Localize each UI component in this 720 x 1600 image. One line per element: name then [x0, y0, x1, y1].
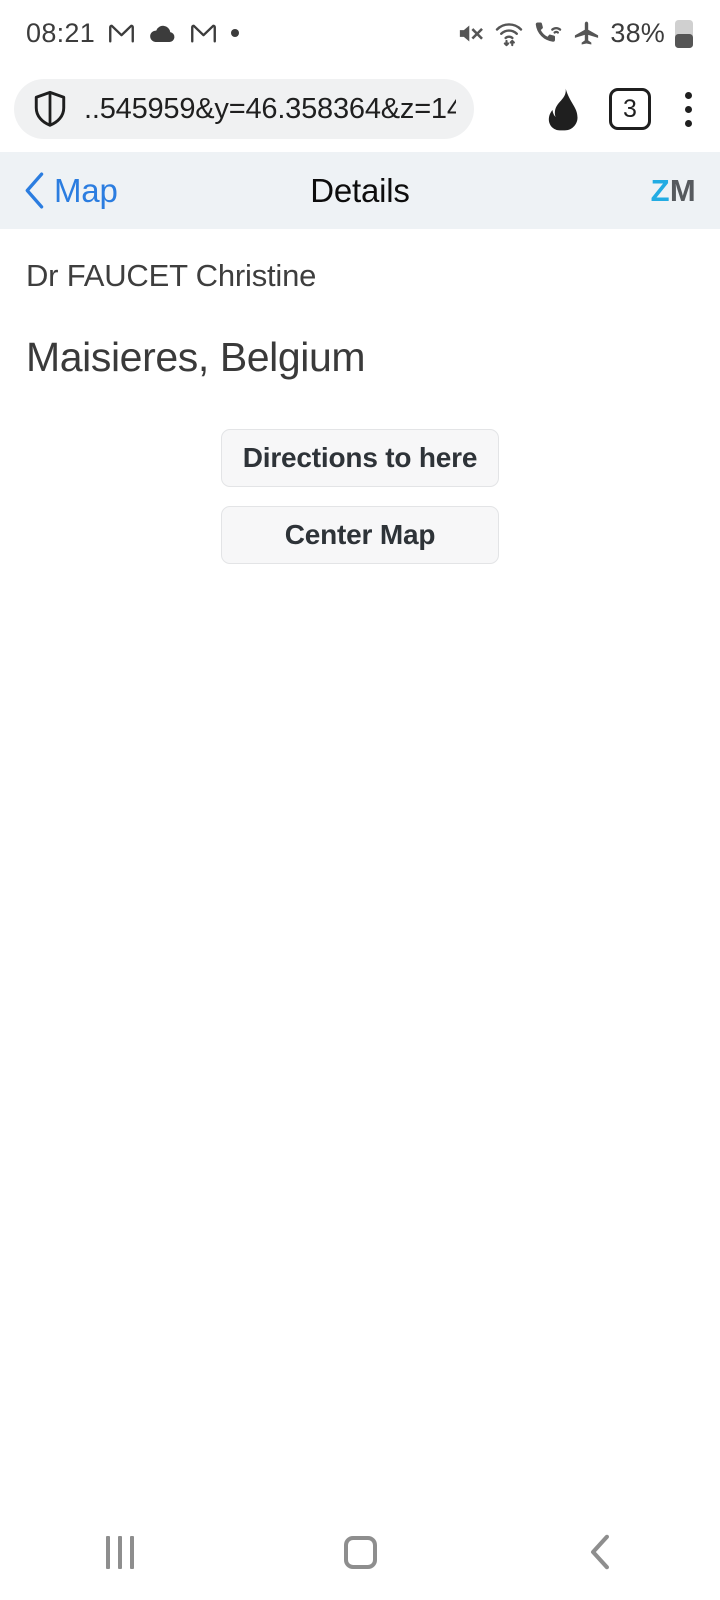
browser-actions: 3: [543, 87, 720, 131]
status-bar-left: 08:21: [26, 18, 240, 49]
chevron-left-icon[interactable]: [24, 172, 45, 209]
mute-icon: [456, 19, 485, 48]
android-nav-bar: [0, 1504, 720, 1600]
brave-shield-icon[interactable]: [32, 90, 68, 128]
battery-icon: [674, 18, 694, 49]
status-bar-right: 38%: [456, 18, 694, 49]
wifi-calling-icon: [533, 18, 563, 48]
cloud-icon: [148, 19, 177, 48]
gmail-icon: [108, 20, 135, 47]
home-icon[interactable]: [343, 1535, 377, 1569]
back-chevron-icon[interactable]: [587, 1534, 613, 1570]
phone-screen: 08:21 38% ..545959&y=46.358364&z=14 3 Ma…: [0, 0, 720, 1600]
kebab-menu-icon[interactable]: [677, 88, 700, 131]
poi-location: Maisieres, Belgium: [26, 334, 366, 380]
recents-icon[interactable]: [106, 1535, 134, 1569]
recents-button[interactable]: [60, 1504, 180, 1600]
url-bar[interactable]: ..545959&y=46.358364&z=14: [14, 79, 474, 139]
status-bar-clock: 08:21: [26, 17, 96, 48]
gmail-icon: [190, 20, 217, 47]
back-button[interactable]: [540, 1504, 660, 1600]
zm-logo-m: M: [669, 172, 696, 208]
tab-count-button[interactable]: 3: [609, 88, 651, 130]
zm-logo[interactable]: ZM: [651, 173, 696, 209]
poi-name: Dr FAUCET Christine: [26, 258, 317, 293]
brave-flame-icon[interactable]: [543, 87, 583, 131]
zm-logo-z: Z: [650, 172, 670, 208]
directions-to-here-button[interactable]: Directions to here: [221, 429, 499, 487]
airplane-mode-icon: [572, 19, 601, 48]
battery-percent-label: 38%: [610, 17, 665, 48]
center-map-button[interactable]: Center Map: [221, 506, 499, 564]
url-text[interactable]: ..545959&y=46.358364&z=14: [84, 93, 456, 126]
details-content: Dr FAUCET Christine Maisieres, Belgium D…: [0, 229, 720, 1600]
home-button[interactable]: [300, 1504, 420, 1600]
dot-indicator-icon: [230, 28, 240, 38]
back-to-map-label[interactable]: Map: [54, 172, 118, 210]
app-header-bar: Map Details ZM: [0, 152, 720, 229]
back-to-map-button[interactable]: Map: [24, 172, 118, 210]
wifi-data-icon: [494, 18, 524, 48]
action-button-group: Directions to here Center Map: [0, 429, 720, 564]
android-status-bar: 08:21 38%: [0, 0, 720, 66]
browser-toolbar: ..545959&y=46.358364&z=14 3: [0, 66, 720, 152]
